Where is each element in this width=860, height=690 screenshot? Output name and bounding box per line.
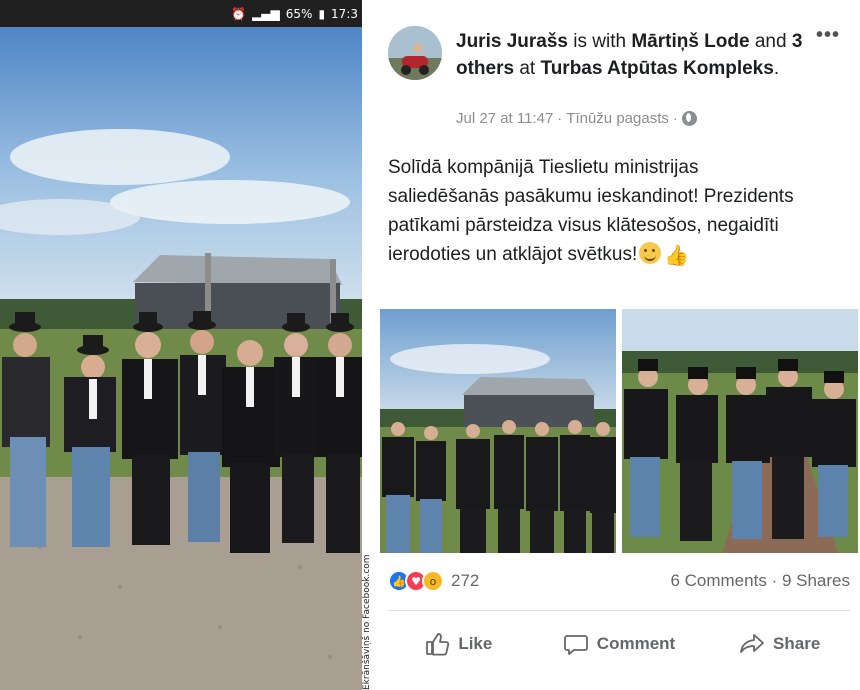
post-date[interactable]: Jul 27 at 11:47 — [456, 110, 553, 127]
engagement-separator: · — [771, 571, 782, 590]
check-in-place[interactable]: Turbas Atpūtas Kompleks — [541, 58, 774, 79]
thumbs-up-emoji-icon: 👍 — [664, 245, 690, 267]
smile-emoji-icon — [639, 242, 662, 264]
is-with-text: is with — [573, 31, 627, 52]
author-name[interactable]: Juris Jurašs — [456, 31, 568, 52]
battery-percent: 65% — [285, 6, 313, 21]
status-bar: ⏰ ▂▄▆ 65% ▮ 17:3 — [0, 0, 362, 27]
share-label: Share — [773, 634, 821, 653]
more-options-icon[interactable]: ••• — [816, 24, 840, 47]
meta-separator: · — [672, 110, 678, 127]
phone-screenshot: ⏰ ▂▄▆ 65% ▮ 17:3 — [0, 0, 362, 690]
post-photo-2[interactable] — [622, 309, 858, 553]
globe-icon — [681, 111, 697, 126]
battery-icon: ▮ — [318, 6, 326, 21]
share-button[interactable]: Share — [699, 624, 860, 664]
group-photo-large — [0, 27, 362, 690]
header-period: . — [773, 58, 780, 79]
post-meta: Jul 27 at 11:47 · Tīnūžu pagasts · — [456, 110, 697, 127]
photo-credit: Ekrānšāviņš no Facebook.com — [362, 554, 372, 690]
at-text: at — [519, 58, 536, 79]
post-photo-1[interactable] — [380, 309, 616, 553]
like-button[interactable]: Like — [378, 624, 539, 664]
photo-grid — [380, 309, 858, 553]
reaction-count: 272 — [451, 571, 480, 590]
post-text: Solīdā kompānijā Tieslietu ministrijas s… — [388, 153, 808, 271]
post-location[interactable]: Tīnūžu pagasts — [566, 110, 669, 127]
facebook-post: Juris Jurašs is with Mārtiņš Lode and 3 … — [378, 0, 860, 690]
comment-label: Comment — [596, 634, 676, 653]
shares-count[interactable]: 9 Shares — [782, 571, 850, 590]
post-header: Juris Jurašs is with Mārtiņš Lode and 3 … — [456, 28, 816, 82]
alarm-icon: ⏰ — [231, 6, 247, 21]
meta-separator: · — [557, 110, 563, 127]
like-icon — [426, 633, 450, 656]
divider — [388, 610, 850, 611]
share-icon — [740, 634, 764, 653]
signal-icon: ▂▄▆ — [252, 6, 280, 21]
engagement-summary: 6 Comments · 9 Shares — [670, 571, 850, 591]
avatar[interactable] — [388, 26, 442, 80]
and-text: and — [754, 31, 787, 52]
post-body: Solīdā kompānijā Tieslietu ministrijas s… — [388, 157, 794, 265]
tagged-person[interactable]: Mārtiņš Lode — [631, 31, 749, 52]
like-label: Like — [458, 634, 493, 653]
post-actions: Like Comment Share — [378, 624, 860, 664]
reactions-summary[interactable]: 👍 ♥ o 272 — [388, 570, 479, 592]
comment-icon — [563, 635, 588, 655]
avatar-image — [388, 26, 442, 80]
wow-reaction-icon: o — [422, 570, 444, 592]
clock: 17:3 — [331, 6, 358, 21]
comment-button[interactable]: Comment — [539, 624, 700, 664]
comments-count[interactable]: 6 Comments — [670, 571, 766, 590]
